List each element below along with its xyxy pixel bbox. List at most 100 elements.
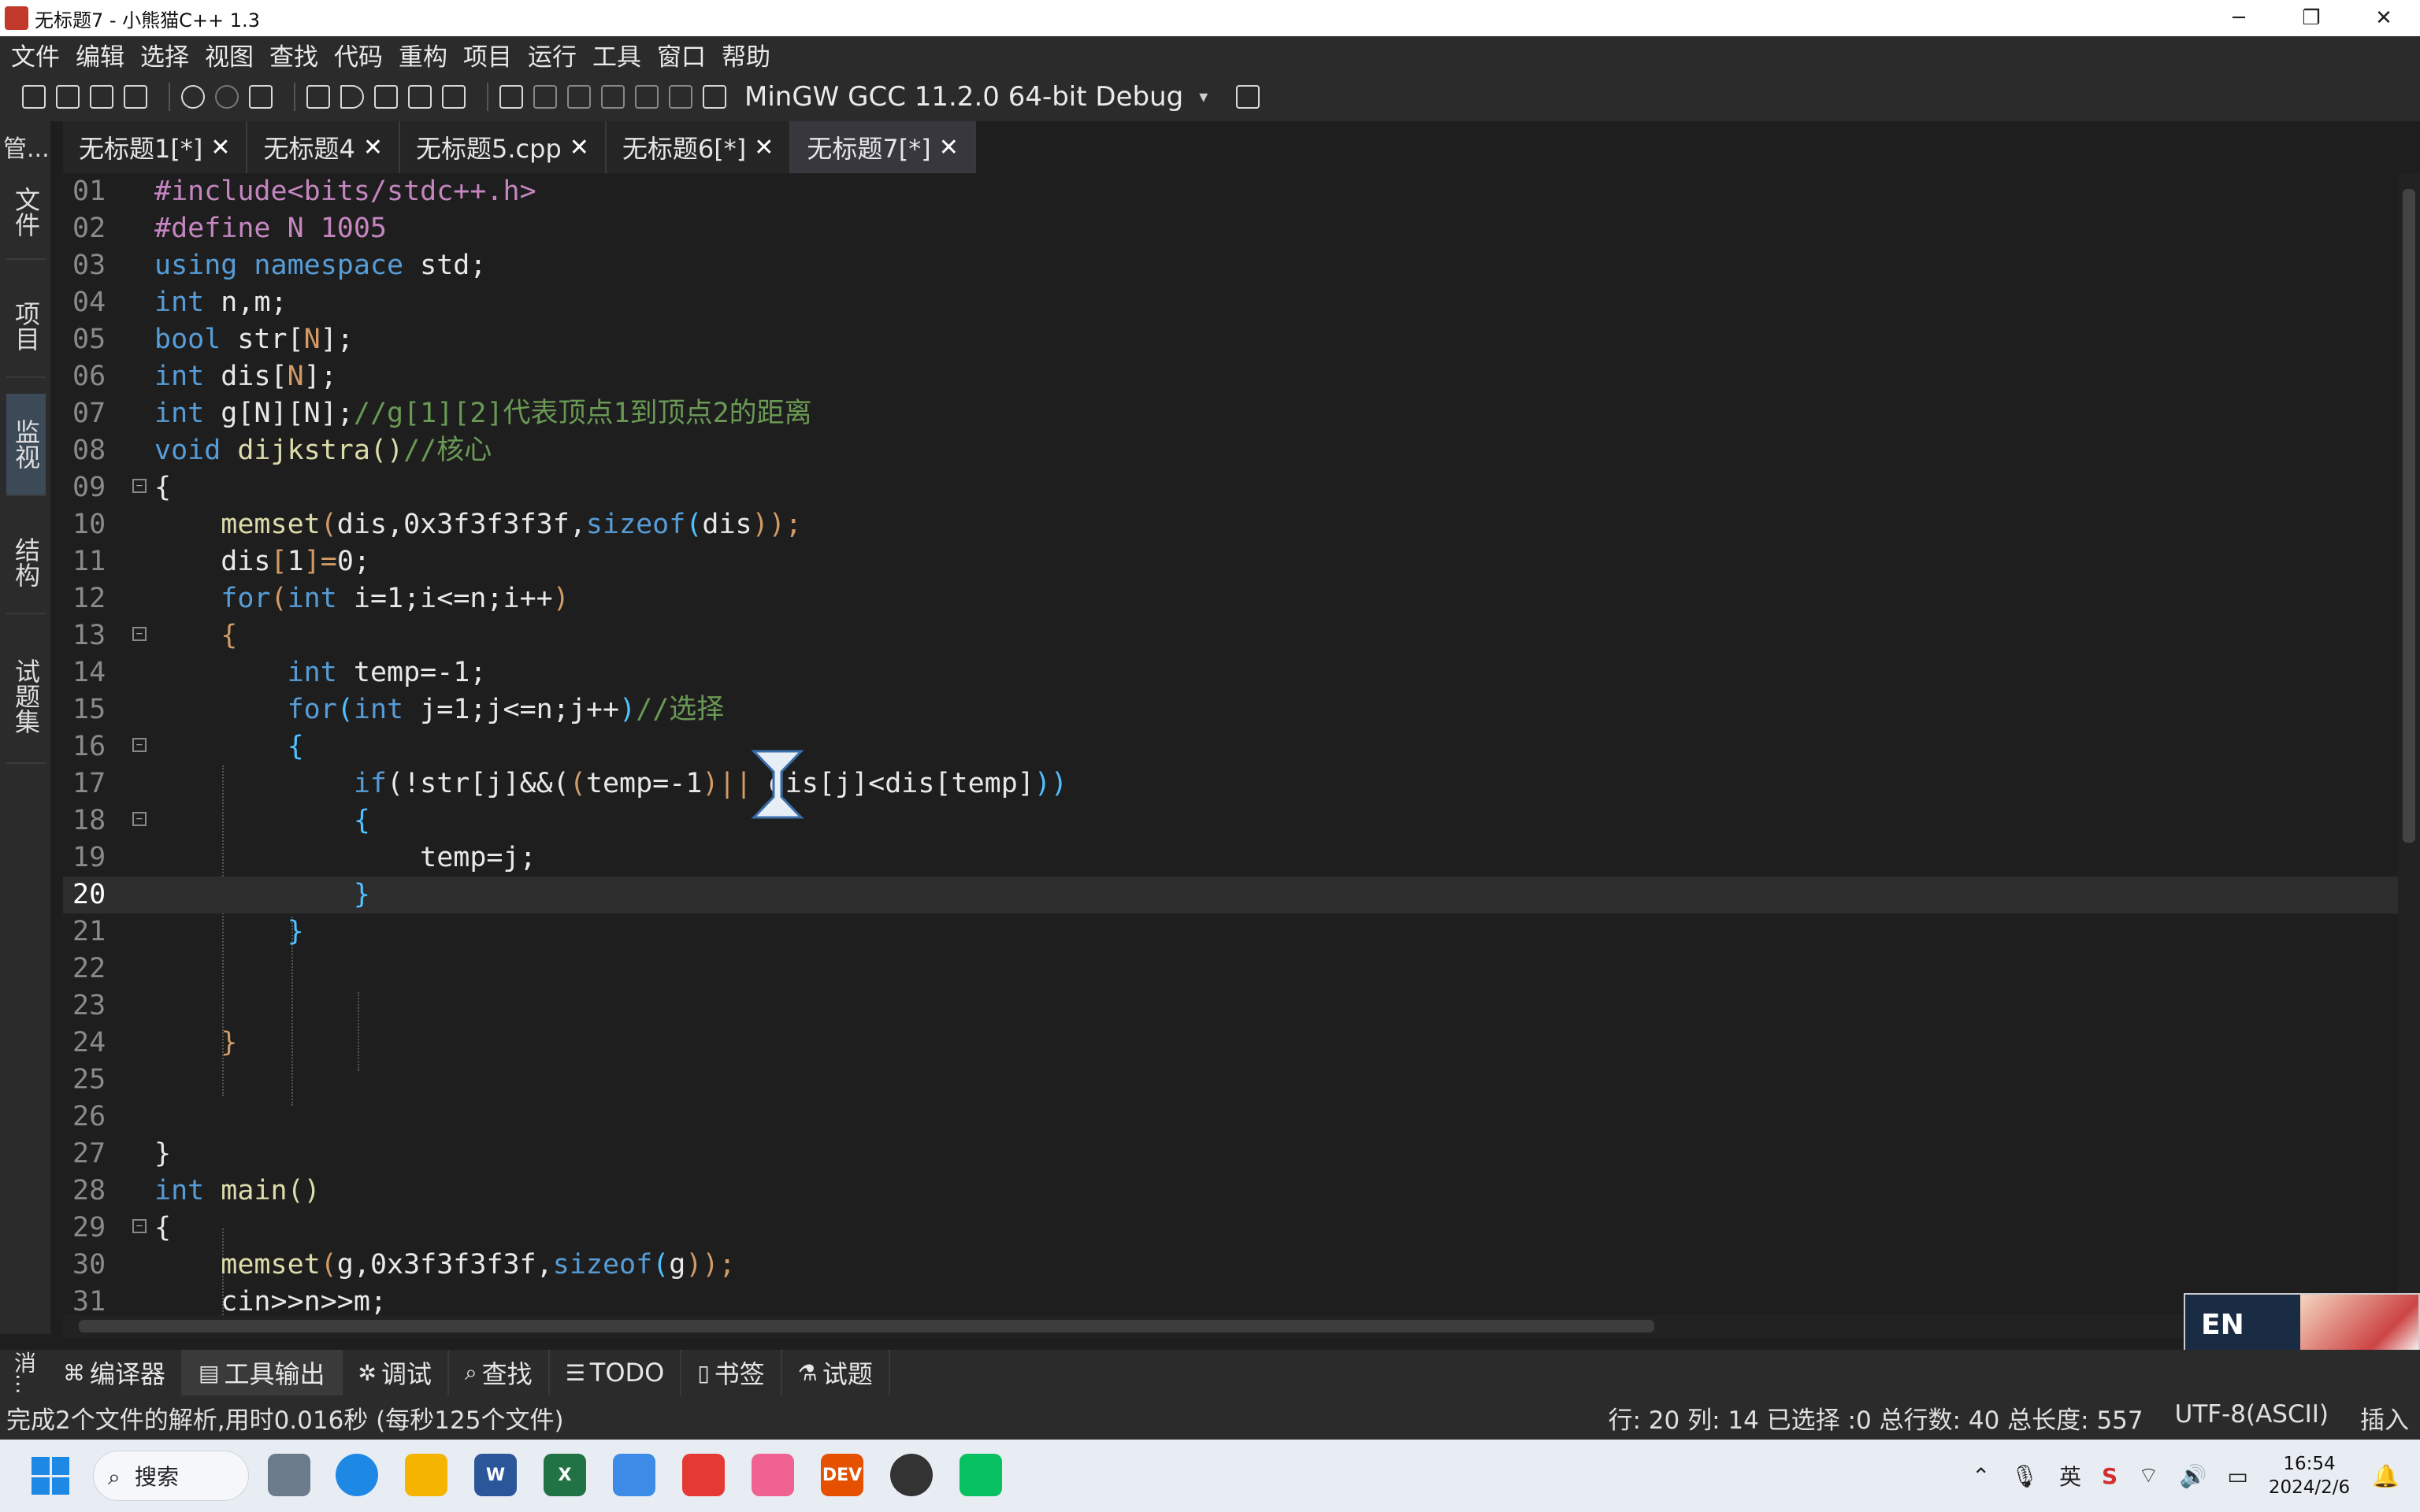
fold-toggle-icon[interactable]: −: [132, 738, 147, 752]
file-explorer-icon[interactable]: [405, 1454, 447, 1496]
menu-file[interactable]: 文件: [11, 37, 60, 72]
store-icon[interactable]: [613, 1454, 655, 1496]
devcpp-icon[interactable]: DEV: [821, 1454, 863, 1496]
tab-find[interactable]: ⌕ 查找: [449, 1350, 550, 1395]
debug-settings-icon[interactable]: [703, 85, 726, 109]
maximize-button[interactable]: ❐: [2275, 0, 2348, 36]
compile-icon[interactable]: [306, 85, 330, 109]
code-line: 30 memset(g,0x3f3f3f3f,sizeof(g));: [72, 1249, 736, 1280]
menu-tools[interactable]: 工具: [592, 37, 641, 72]
debug-icon[interactable]: [499, 85, 523, 109]
side-tab-project[interactable]: 项目: [6, 276, 46, 378]
side-tab-structure[interactable]: 结构: [6, 512, 46, 614]
menu-code[interactable]: 代码: [334, 37, 383, 72]
tab-untitled7[interactable]: 无标题7[*] ✕: [791, 121, 976, 173]
forward-icon[interactable]: [215, 85, 239, 109]
menu-refactor[interactable]: 重构: [399, 37, 447, 72]
side-tab-files[interactable]: 文件: [6, 165, 46, 260]
code-editor[interactable]: 01 #include<bits/stdc++.h> 02 #define N 10…: [63, 173, 2398, 1315]
menu-find[interactable]: 查找: [269, 37, 318, 72]
excel-icon[interactable]: X: [544, 1454, 586, 1496]
step-into-icon[interactable]: [567, 85, 591, 109]
flask-icon: ⚗: [797, 1359, 818, 1386]
task-view-icon[interactable]: [268, 1454, 310, 1496]
scrollbar-thumb[interactable]: [2403, 189, 2415, 843]
wifi-icon[interactable]: ⌔: [2138, 1462, 2158, 1490]
run-icon[interactable]: [340, 85, 364, 109]
tab-debug[interactable]: ✲ 调试: [343, 1350, 449, 1395]
notification-icon[interactable]: 🔔: [2372, 1463, 2400, 1489]
taskbar-search[interactable]: ⌕ 搜索: [93, 1451, 249, 1501]
code-line: 13− {: [72, 620, 238, 651]
wechat-icon[interactable]: [959, 1454, 1002, 1496]
bilibili-icon[interactable]: [752, 1454, 794, 1496]
menu-select[interactable]: 选择: [140, 37, 189, 72]
menu-run[interactable]: 运行: [528, 37, 577, 72]
new-project-icon[interactable]: [22, 85, 46, 109]
save-all-icon[interactable]: [124, 85, 147, 109]
close-icon[interactable]: ✕: [363, 134, 383, 161]
input-language[interactable]: 英: [2059, 1460, 2081, 1492]
compiler-icon: ⌘: [63, 1359, 85, 1386]
battery-icon[interactable]: ▭: [2227, 1463, 2247, 1489]
menu-project[interactable]: 项目: [463, 37, 512, 72]
close-icon[interactable]: ✕: [939, 134, 959, 161]
tab-tool-output[interactable]: ▤ 工具输出: [183, 1350, 343, 1395]
windows-start-icon[interactable]: [32, 1457, 69, 1495]
system-tray: ⌃ 🎙 英 S ⌔ 🔊 ▭ 16:54 2024/2/6 🔔: [1972, 1440, 2420, 1512]
continue-icon[interactable]: [635, 85, 659, 109]
list-icon: ☰: [565, 1359, 585, 1386]
close-icon[interactable]: ✕: [754, 134, 774, 161]
tab-problems[interactable]: ⚗ 试题: [782, 1350, 890, 1395]
edge-icon[interactable]: [336, 1454, 378, 1496]
step-over-icon[interactable]: [533, 85, 557, 109]
vertical-scrollbar[interactable]: [2398, 173, 2420, 1315]
back-icon[interactable]: [181, 85, 205, 109]
side-tab-problem-set[interactable]: 试题集: [6, 630, 46, 764]
new-file-icon[interactable]: [56, 85, 80, 109]
side-tab-watch[interactable]: 监视: [6, 394, 46, 496]
tab-bookmarks[interactable]: ▯ 书签: [681, 1350, 782, 1395]
tab-compiler[interactable]: ⌘ 编译器: [47, 1350, 184, 1395]
tray-expand-icon[interactable]: ⌃: [1972, 1463, 1990, 1489]
options-icon[interactable]: [442, 85, 466, 109]
wps-icon[interactable]: [682, 1454, 725, 1496]
tab-untitled4[interactable]: 无标题4 ✕: [247, 121, 400, 173]
scrollbar-thumb[interactable]: [79, 1320, 1654, 1332]
close-icon[interactable]: ✕: [570, 134, 589, 161]
fold-toggle-icon[interactable]: −: [132, 812, 147, 826]
fold-toggle-icon[interactable]: −: [132, 627, 147, 641]
close-icon[interactable]: ✕: [210, 134, 230, 161]
menu-help[interactable]: 帮助: [722, 37, 770, 72]
volume-icon[interactable]: 🔊: [2179, 1463, 2207, 1489]
obs-icon[interactable]: [890, 1454, 933, 1496]
word-icon[interactable]: W: [474, 1454, 517, 1496]
minimize-button[interactable]: ─: [2203, 0, 2275, 36]
menu-window[interactable]: 窗口: [657, 37, 706, 72]
rebuild-icon[interactable]: [408, 85, 432, 109]
close-window-button[interactable]: ✕: [2348, 0, 2420, 36]
tab-untitled1[interactable]: 无标题1[*] ✕: [63, 121, 248, 173]
step-out-icon[interactable]: [601, 85, 625, 109]
menu-view[interactable]: 视图: [205, 37, 254, 72]
tab-todo[interactable]: ☰ TODO: [550, 1350, 682, 1395]
microphone-icon[interactable]: 🎙: [2010, 1463, 2039, 1489]
fold-toggle-icon[interactable]: −: [132, 479, 147, 493]
code-line: 03 using namespace std;: [72, 250, 487, 281]
compiler-select[interactable]: MinGW GCC 11.2.0 64-bit Debug: [744, 81, 1183, 113]
tab-untitled5[interactable]: 无标题5.cpp ✕: [400, 121, 607, 173]
clock[interactable]: 16:54 2024/2/6: [2269, 1452, 2350, 1499]
compile-run-icon[interactable]: [374, 85, 398, 109]
save-icon[interactable]: [90, 85, 113, 109]
locate-icon[interactable]: [249, 85, 273, 109]
stop-icon[interactable]: [669, 85, 692, 109]
tab-untitled6[interactable]: 无标题6[*] ✕: [606, 121, 792, 173]
fold-toggle-icon[interactable]: −: [132, 1219, 147, 1233]
menu-edit[interactable]: 编辑: [76, 37, 124, 72]
file-encoding[interactable]: UTF-8(ASCII): [2175, 1400, 2329, 1436]
chevron-down-icon[interactable]: ▾: [1199, 87, 1208, 107]
window-title: 无标题7 - 小熊猫C++ 1.3: [35, 9, 260, 32]
compiler-options-icon[interactable]: [1236, 85, 1260, 109]
sogou-ime-icon[interactable]: S: [2102, 1463, 2118, 1489]
horizontal-scrollbar[interactable]: [63, 1315, 2398, 1337]
